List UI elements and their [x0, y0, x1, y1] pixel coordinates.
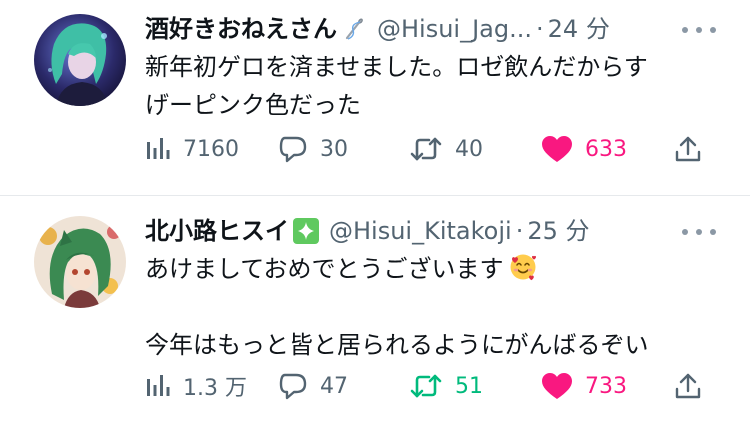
- heart-icon: [541, 372, 573, 400]
- reply-icon: [278, 135, 308, 163]
- heart-icon: [541, 135, 573, 163]
- display-name[interactable]: 北小路ヒスイ: [145, 214, 289, 248]
- smiling-face-with-hearts-icon: [508, 252, 538, 282]
- tweet[interactable]: 北小路ヒスイ @Hisui_Kitakoji · 25 分 あけましておめでとう…: [0, 196, 750, 423]
- share-button[interactable]: [675, 366, 701, 406]
- tweet-header: 酒好きおねえさん @Hisui_Jag... · 24 分: [145, 12, 610, 46]
- views-button[interactable]: 1.3 万: [145, 366, 247, 406]
- retweet-count: 51: [455, 373, 483, 399]
- separator-dot: ·: [536, 15, 544, 43]
- like-button[interactable]: 733: [541, 366, 627, 406]
- like-count: 733: [585, 373, 627, 399]
- tweet-text-line: 今年はもっと皆と居られるようにがんばるぞい: [145, 331, 649, 359]
- tweet-text: あけましておめでとうございます 今年はもっと皆と居られるようにがんばるぞい: [145, 250, 725, 364]
- share-icon: [675, 135, 701, 163]
- separator-dot: ·: [515, 217, 524, 245]
- retweet-icon: [409, 372, 443, 400]
- like-button[interactable]: 633: [541, 129, 627, 169]
- like-count: 633: [585, 136, 627, 162]
- retweet-button[interactable]: 40: [409, 129, 483, 169]
- timeline: 酒好きおねえさん @Hisui_Jag... · 24 分 新年初ゲロを済ませま…: [0, 0, 750, 423]
- reply-button[interactable]: 30: [278, 129, 348, 169]
- retweet-count: 40: [455, 136, 483, 162]
- share-button[interactable]: [675, 129, 701, 169]
- analytics-icon: [145, 373, 171, 399]
- views-count: 7160: [183, 136, 239, 162]
- avatar[interactable]: [34, 216, 126, 308]
- tweet-text-line-1: あけましておめでとうございます: [145, 250, 725, 288]
- user-handle[interactable]: @Hisui_Kitakoji: [329, 214, 512, 248]
- timestamp[interactable]: 24 分: [548, 12, 610, 46]
- tweet-text-line: げーピンク色だった: [145, 91, 361, 119]
- tweet[interactable]: 酒好きおねえさん @Hisui_Jag... · 24 分 新年初ゲロを済ませま…: [0, 0, 750, 195]
- tweet-text-line: [145, 288, 725, 326]
- tweet-text: 新年初ゲロを済ませました。ロゼ飲んだからす げーピンク色だった: [145, 48, 725, 124]
- views-count: 1.3 万: [183, 376, 247, 401]
- user-handle[interactable]: @Hisui_Jag...: [377, 12, 532, 46]
- tweet-header: 北小路ヒスイ @Hisui_Kitakoji · 25 分: [145, 214, 590, 248]
- reply-count: 30: [320, 136, 348, 162]
- analytics-icon: [145, 136, 171, 162]
- reply-icon: [278, 372, 308, 400]
- reply-button[interactable]: 47: [278, 366, 348, 406]
- sparkles-icon: [293, 218, 319, 244]
- views-button[interactable]: 7160: [145, 129, 239, 169]
- retweet-button[interactable]: 51: [409, 366, 483, 406]
- action-bar: 1.3 万 47 51 733: [145, 366, 725, 406]
- retweet-icon: [409, 135, 443, 163]
- share-icon: [675, 372, 701, 400]
- timestamp[interactable]: 25 分: [527, 214, 589, 248]
- tweet-text-line: あけましておめでとうございます: [145, 255, 504, 283]
- avatar[interactable]: [34, 14, 126, 106]
- needle-thread-icon: [341, 16, 367, 42]
- more-options-icon[interactable]: [682, 20, 716, 40]
- tweet-text-line: 新年初ゲロを済ませました。ロゼ飲んだからす: [145, 53, 648, 81]
- more-options-icon[interactable]: [682, 222, 716, 242]
- display-name[interactable]: 酒好きおねえさん: [145, 12, 337, 46]
- action-bar: 7160 30 40 633: [145, 129, 725, 169]
- reply-count: 47: [320, 373, 348, 399]
